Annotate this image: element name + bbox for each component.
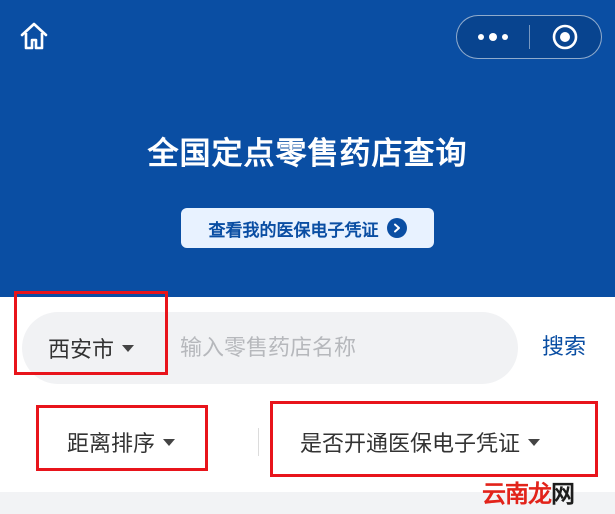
page-title: 全国定点零售药店查询 bbox=[147, 136, 468, 172]
watermark-part-1: 云南 bbox=[482, 480, 529, 508]
city-selector-label: 西安市 bbox=[48, 338, 115, 363]
close-mini-program-button[interactable] bbox=[530, 16, 602, 58]
watermark: 云南龙网 bbox=[482, 474, 575, 509]
caret-down-icon bbox=[163, 438, 176, 446]
filter-bar: 距离排序 是否开通医保电子凭证 bbox=[0, 404, 615, 480]
watermark-part-2: 龙 bbox=[528, 480, 552, 508]
more-menu-button[interactable] bbox=[457, 16, 529, 58]
target-circle-icon bbox=[552, 24, 578, 50]
city-selector[interactable]: 西安市 bbox=[48, 312, 135, 384]
sort-by-distance-label: 距离排序 bbox=[67, 432, 156, 457]
filter-divider bbox=[258, 428, 259, 456]
pharmacy-search-input[interactable] bbox=[180, 312, 500, 384]
credential-filter-dropdown[interactable]: 是否开通医保电子凭证 bbox=[300, 404, 541, 480]
view-credential-label: 查看我的医保电子凭证 bbox=[208, 220, 379, 241]
sort-by-distance-dropdown[interactable]: 距离排序 bbox=[67, 404, 176, 480]
home-icon bbox=[20, 22, 48, 50]
mini-program-capsule bbox=[456, 15, 602, 59]
home-button[interactable] bbox=[16, 18, 52, 54]
chevron-right-circle-icon bbox=[386, 218, 407, 238]
page-header: 全国定点零售药店查询 查看我的医保电子凭证 bbox=[0, 0, 615, 297]
watermark-part-3: 网 bbox=[551, 480, 575, 508]
caret-down-icon bbox=[122, 344, 135, 352]
view-credential-button[interactable]: 查看我的医保电子凭证 bbox=[181, 208, 434, 248]
credential-filter-label: 是否开通医保电子凭证 bbox=[300, 432, 521, 457]
search-bar: 西安市 bbox=[22, 312, 518, 384]
search-button[interactable]: 搜索 bbox=[542, 330, 586, 366]
more-dots-icon bbox=[477, 33, 508, 41]
caret-down-icon bbox=[528, 438, 541, 446]
